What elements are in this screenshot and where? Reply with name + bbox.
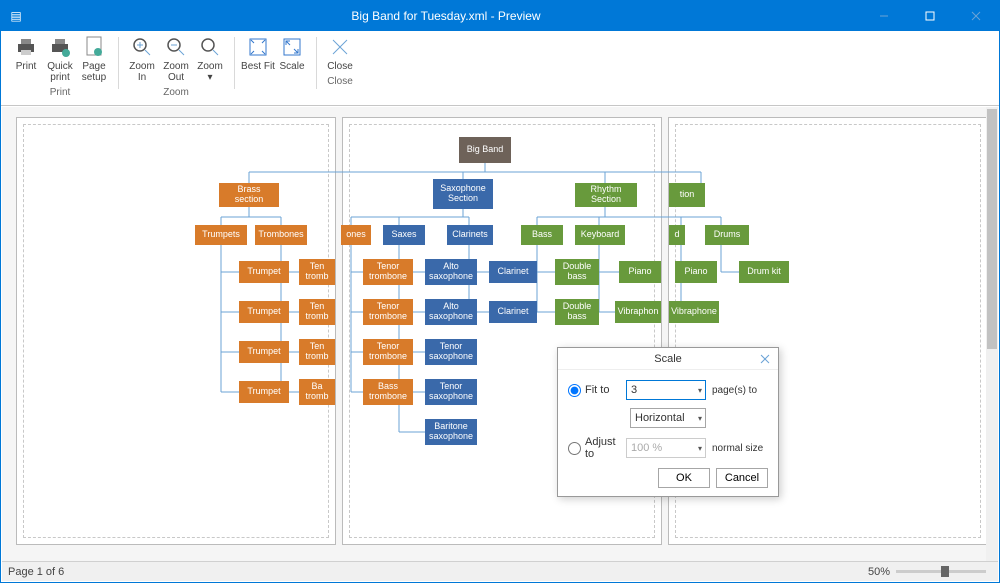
scrollbar-thumb[interactable] [987,109,997,349]
group-label: Zoom [163,85,189,102]
page-setup-button[interactable]: Page setup [77,33,111,85]
preview-area [2,107,986,561]
title-bar: ▤ Big Band for Tuesday.xml - Preview [1,1,999,31]
app-icon: ▤ [1,9,31,23]
print-icon [14,35,38,59]
dialog-title: Scale [558,348,778,370]
group-label: Close [327,74,353,91]
pages-combo[interactable]: 3▾ [626,380,706,400]
ok-button[interactable]: OK [658,468,710,488]
close-x-icon [328,35,352,59]
zoom-level: 50% [868,566,890,578]
fit-to-radio[interactable]: Fit to [568,384,626,397]
scale-dialog: Scale Fit to 3▾ page(s) to Horizontal▾ A… [557,347,779,497]
maximize-button[interactable] [907,1,953,31]
close-icon [971,11,981,21]
percent-combo: 100 %▾ [626,438,706,458]
ribbon-group-print: Print Quick print Page setup Print [5,33,116,105]
group-label [274,74,277,91]
print-button[interactable]: Print [9,33,43,85]
close-button[interactable]: Close [323,33,357,74]
zoom-in-icon [130,35,154,59]
scale-icon [280,35,304,59]
window-close-button[interactable] [953,1,999,31]
chevron-down-icon: ▾ [698,386,702,395]
vertical-scrollbar[interactable] [986,107,998,561]
best-fit-icon [246,35,270,59]
ribbon-group-close: Close Close [319,33,362,105]
zoom-icon [198,35,222,59]
slider-knob[interactable] [941,566,949,577]
window-title: Big Band for Tuesday.xml - Preview [31,9,861,23]
minimize-button[interactable] [861,1,907,31]
ribbon-group-zoom: Zoom In Zoom Out Zoom▾ Zoom [121,33,232,105]
orientation-combo[interactable]: Horizontal▾ [630,408,706,428]
maximize-icon [925,11,935,21]
preview-page[interactable] [16,117,336,545]
dialog-close-button[interactable] [756,350,774,368]
adjust-to-radio[interactable]: Adjust to [568,436,626,460]
quick-print-button[interactable]: Quick print [43,33,77,85]
zoom-slider[interactable] [896,570,986,573]
quick-print-icon [48,35,72,59]
zoom-out-button[interactable]: Zoom Out [159,33,193,85]
scale-button[interactable]: Scale [275,33,309,74]
page-indicator: Page 1 of 6 [8,566,64,578]
best-fit-button[interactable]: Best Fit [241,33,275,74]
chevron-down-icon: ▾ [698,414,702,423]
ribbon: Print Quick print Page setup Print Zoom … [1,31,999,106]
minimize-icon [879,11,889,21]
page-setup-icon [82,35,106,59]
status-bar: Page 1 of 6 50% [2,561,998,581]
zoom-in-button[interactable]: Zoom In [125,33,159,85]
ribbon-group-fit: Best Fit Scale [237,33,314,105]
close-icon [760,354,770,364]
zoom-out-icon [164,35,188,59]
group-label: Print [50,85,71,102]
chevron-down-icon: ▾ [698,444,702,453]
zoom-button[interactable]: Zoom▾ [193,33,227,85]
cancel-button[interactable]: Cancel [716,468,768,488]
